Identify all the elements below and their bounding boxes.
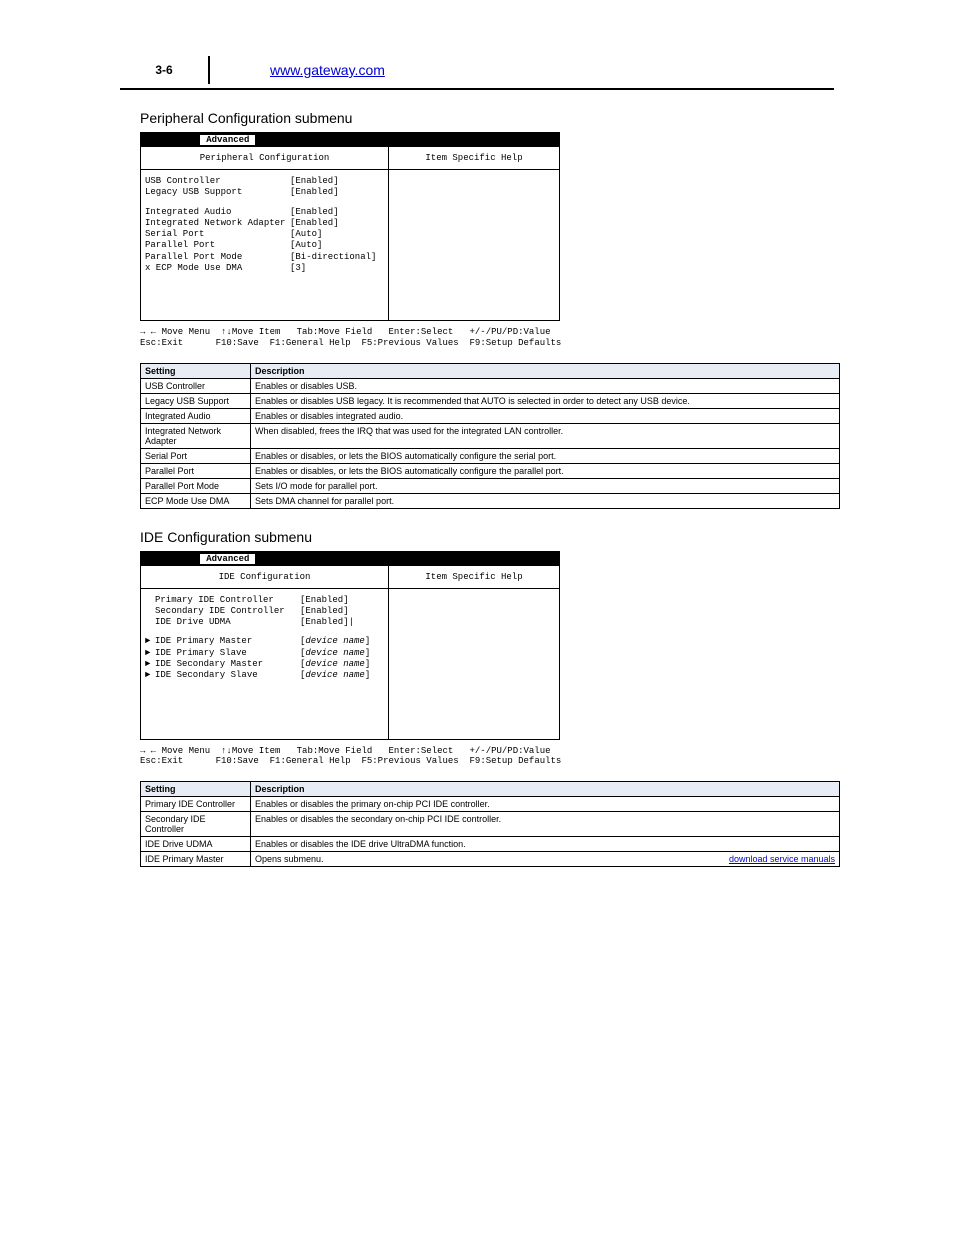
bios-body1: USB Controller[Enabled] Legacy USB Suppo… [141,170,559,320]
triangle-right-icon: ► [145,636,155,647]
download-service-manuals-link[interactable]: download service manuals [729,854,835,864]
bios-subheader2-left: IDE Configuration [141,566,389,588]
bios1-row: Parallel Port[Auto] [145,240,384,251]
bios2-row: Primary IDE Controller[Enabled] [145,595,384,606]
bios-tabbar2: Advanced [141,552,559,566]
th-setting: Setting [141,363,251,378]
bios-tab-advanced[interactable]: Advanced [200,135,255,145]
section1-title: Peripheral Configuration submenu [140,110,814,126]
page-header: 3-6 www.gateway.com [120,20,834,90]
bios1-row: Integrated Network Adapter[Enabled] [145,218,384,229]
page-number: 3-6 [120,56,210,84]
bios2-row: IDE Drive UDMA[Enabled]| [145,617,384,628]
header-link[interactable]: www.gateway.com [270,62,385,78]
table-peripheral: SettingDescription USB ControllerEnables… [140,363,840,509]
triangle-right-icon: ► [145,648,155,659]
bios-tab-before [145,135,200,145]
th-desc2: Description [251,782,840,797]
header-link-cell: www.gateway.com [210,56,385,84]
bios1-row: Integrated Audio[Enabled] [145,207,384,218]
bios1-row: Legacy USB Support[Enabled] [145,187,384,198]
bios-tab-advanced2[interactable]: Advanced [200,554,255,564]
bios-body2: Primary IDE Controller[Enabled] Secondar… [141,589,559,739]
nav-help-1: → ← Move Menu ↑↓Move Item Tab:Move Field… [140,327,560,349]
bios-subheader1-left: Peripheral Configuration [141,147,389,169]
table-ide: SettingDescription Primary IDE Controlle… [140,781,840,867]
bios2-row: ►IDE Secondary Slave[device name] [145,670,384,681]
bios2-row: ►IDE Secondary Master[device name] [145,659,384,670]
bios2-row: ►IDE Primary Slave[device name] [145,648,384,659]
footer-link-cell: Opens submenu.download service manuals [251,852,840,867]
nav-help-2: → ← Move Menu ↑↓Move Item Tab:Move Field… [140,746,560,768]
bios1-row: Parallel Port Mode[Bi-directional] [145,252,384,263]
bios2-row: ►IDE Primary Master[device name] [145,636,384,647]
bios1-row: x ECP Mode Use DMA[3] [145,263,384,274]
bios-subheader1-right: Item Specific Help [389,147,559,169]
bios-tabbar: Advanced [141,133,559,147]
bios-box-peripheral: Advanced Peripheral Configuration Item S… [140,132,560,321]
bios-subheader1: Peripheral Configuration Item Specific H… [141,147,559,170]
th-setting2: Setting [141,782,251,797]
bios-box-ide: Advanced IDE Configuration Item Specific… [140,551,560,740]
triangle-right-icon: ► [145,659,155,670]
section2-title: IDE Configuration submenu [140,529,814,545]
bios-subheader2: IDE Configuration Item Specific Help [141,566,559,589]
bios-tab-before2 [145,554,200,564]
bios2-row: Secondary IDE Controller[Enabled] [145,606,384,617]
th-desc: Description [251,363,840,378]
bios1-row: USB Controller[Enabled] [145,176,384,187]
triangle-right-icon: ► [145,670,155,681]
bios1-row: Serial Port[Auto] [145,229,384,240]
bios-subheader2-right: Item Specific Help [389,566,559,588]
